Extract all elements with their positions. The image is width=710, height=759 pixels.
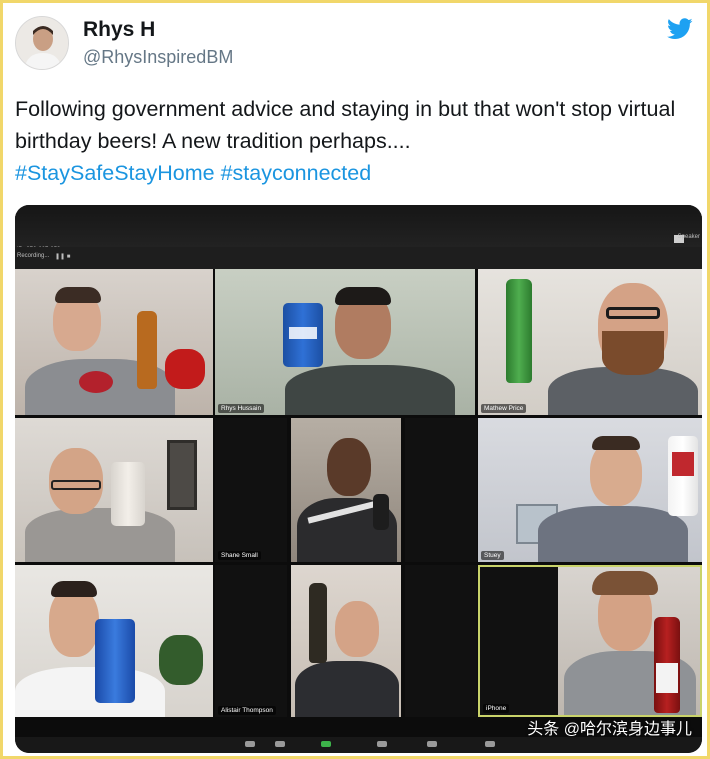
video-tile xyxy=(15,418,213,562)
tweet-card: Rhys H @RhysInspiredBM Following governm… xyxy=(0,0,710,759)
monitor-top-bar: ID: 976-667-853 Speaker xyxy=(15,205,702,253)
recording-strip: Recording... ❚❚ ■ xyxy=(15,247,702,269)
video-tile xyxy=(291,565,401,717)
video-tile-empty xyxy=(405,418,477,562)
video-tile xyxy=(15,269,213,415)
avatar[interactable] xyxy=(15,16,69,70)
video-tile: Rhys Hussain xyxy=(215,269,475,415)
recording-label: Recording... xyxy=(17,253,50,259)
handle[interactable]: @RhysInspiredBM xyxy=(83,47,233,68)
participant-name: Stuey xyxy=(481,551,504,560)
meeting-controls-bar xyxy=(15,737,702,753)
video-tile xyxy=(291,418,401,562)
participant-name: Alistair Thompson xyxy=(218,706,276,715)
speaker-label: Speaker xyxy=(677,234,700,240)
more-icon xyxy=(485,741,495,747)
mute-icon xyxy=(245,741,255,747)
twitter-bird-icon[interactable] xyxy=(667,17,693,41)
video-tile xyxy=(15,565,213,717)
pause-icon: ❚❚ ■ xyxy=(55,254,71,260)
tweet-photo[interactable]: ID: 976-667-853 Speaker Recording... ❚❚ … xyxy=(15,205,702,753)
participant-name: Shane Small xyxy=(218,551,261,560)
participant-name: Rhys Hussain xyxy=(218,404,265,413)
video-grid: Rhys Hussain Mathew Price Shane Small St… xyxy=(15,269,702,739)
hashtag-link[interactable]: #stayconnected xyxy=(221,161,372,185)
tweet-body: Following government advice and staying … xyxy=(15,93,695,189)
video-tile: Stuey xyxy=(478,418,702,562)
participant-name: Mathew Price xyxy=(481,404,527,413)
watermark: 头条 @哈尔滨身边事儿 xyxy=(527,721,692,738)
share-screen-icon xyxy=(321,741,331,747)
video-tile-empty xyxy=(405,565,477,717)
video-tile: Mathew Price xyxy=(478,269,702,415)
record-icon xyxy=(377,741,387,747)
participant-name: iPhone xyxy=(483,704,510,713)
video-tile-empty: Shane Small xyxy=(215,418,287,562)
active-speaker-tile: iPhone xyxy=(478,565,702,717)
tweet-text: Following government advice and staying … xyxy=(15,97,676,153)
video-tile-empty: Alistair Thompson xyxy=(215,565,287,717)
video-icon xyxy=(275,741,285,747)
display-name[interactable]: Rhys H xyxy=(83,18,155,42)
reactions-icon xyxy=(427,741,437,747)
hashtag-link[interactable]: #StaySafeStayHome xyxy=(15,161,215,185)
